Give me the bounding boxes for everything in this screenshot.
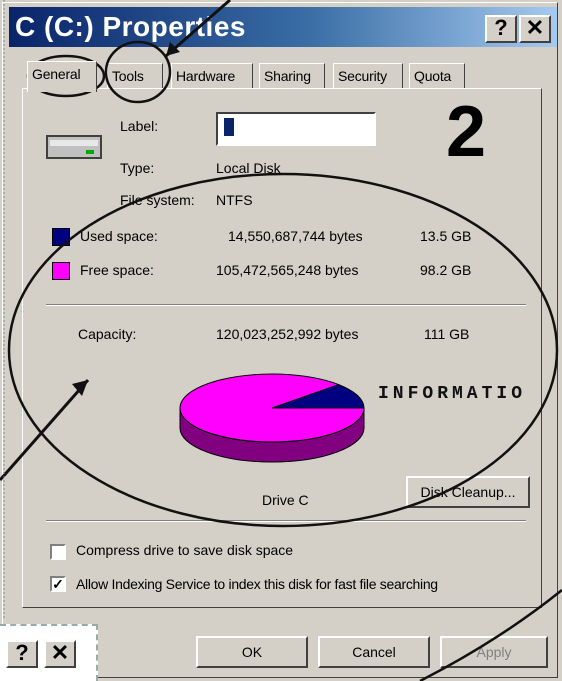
close-button[interactable]: ✕: [519, 15, 551, 43]
free-space-label: Free space:: [80, 262, 154, 278]
free-space-swatch: [52, 262, 70, 280]
disk-usage-pie-chart: [179, 373, 365, 463]
capacity-label: Capacity:: [78, 326, 137, 342]
indexing-checkbox[interactable]: ✓: [50, 576, 66, 592]
capacity-bytes: 120,023,252,992 bytes: [216, 326, 359, 342]
label-caption: Label:: [120, 118, 159, 134]
ok-button[interactable]: OK: [196, 636, 308, 668]
compress-checkbox[interactable]: [50, 544, 66, 560]
mini-help-button[interactable]: ?: [6, 640, 38, 668]
tab-tools[interactable]: Tools: [107, 63, 163, 91]
free-space-size: 98.2 GB: [420, 262, 472, 278]
compress-label: Compress drive to save disk space: [76, 542, 294, 558]
drive-label: Drive C: [262, 492, 309, 508]
tab-hardware[interactable]: Hardware: [171, 63, 253, 91]
mini-close-button[interactable]: ✕: [44, 640, 76, 668]
annotation-number: 2: [446, 92, 487, 172]
used-space-label: Used space:: [80, 228, 158, 244]
annotation-text: INFORMATIO: [378, 384, 527, 404]
tab-security[interactable]: Security: [333, 63, 403, 91]
help-button[interactable]: ?: [485, 15, 517, 43]
used-space-swatch: [52, 228, 70, 246]
separator: [46, 520, 526, 522]
indexing-label: Allow Indexing Service to index this dis…: [76, 576, 438, 592]
type-caption: Type:: [120, 160, 155, 176]
tab-sharing[interactable]: Sharing: [259, 63, 325, 91]
drive-icon: [46, 135, 102, 159]
file-system-value: NTFS: [216, 192, 253, 208]
file-system-caption: File system:: [120, 192, 195, 208]
window-title: C (C:) Properties: [15, 11, 246, 42]
label-input[interactable]: [216, 112, 376, 146]
capacity-size: 111 GB: [424, 326, 470, 342]
pie-slice-free-space: [179, 373, 365, 443]
title-bar[interactable]: C (C:) Properties ? ✕: [9, 7, 557, 47]
separator: [46, 304, 526, 306]
free-space-bytes: 105,472,565,248 bytes: [216, 262, 359, 278]
cancel-button[interactable]: Cancel: [318, 636, 430, 668]
mini-titlebar-crop: ? ✕: [0, 624, 98, 681]
apply-button[interactable]: Apply: [440, 636, 548, 668]
disk-cleanup-button[interactable]: Disk Cleanup...: [406, 476, 530, 508]
tab-quota[interactable]: Quota: [409, 63, 465, 91]
used-space-size: 13.5 GB: [420, 228, 472, 244]
type-value: Local Disk: [216, 160, 281, 176]
tab-general[interactable]: General: [27, 61, 97, 92]
used-space-bytes: 14,550,687,744 bytes: [228, 228, 363, 244]
